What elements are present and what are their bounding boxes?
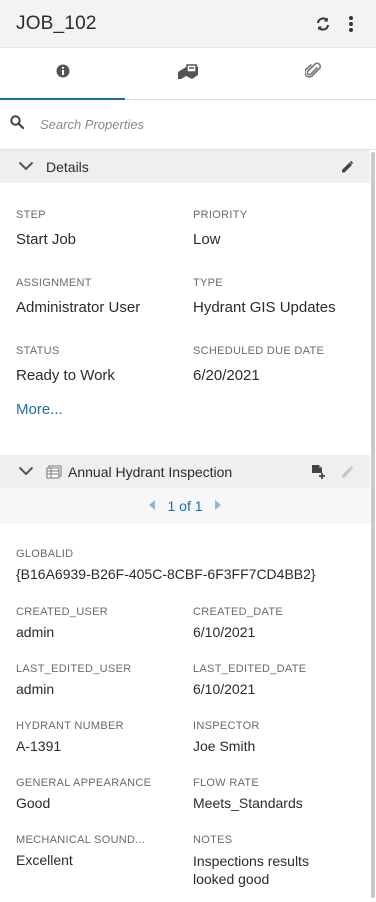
pencil-icon[interactable] <box>340 160 354 174</box>
field-label: NOTES <box>193 834 233 846</box>
field-label: FLOW RATE <box>193 777 260 789</box>
chevron-left-icon[interactable] <box>149 497 157 515</box>
field-label: PRIORITY <box>193 209 248 221</box>
field-label: SCHEDULED DUE DATE <box>193 345 325 357</box>
details-fields: STEP Start Job PRIORITY Low ASSIGNMENT A… <box>0 183 370 455</box>
info-icon <box>56 64 70 83</box>
tab-bar <box>0 48 376 100</box>
inspection-section-title: Annual Hydrant Inspection <box>68 463 233 480</box>
field-value: Excellent <box>16 852 73 868</box>
inspection-fields: GLOBALID {B16A6939-B26F-405C-8CBF-6F3FF7… <box>0 524 370 902</box>
field-scheduled-due-date: SCHEDULED DUE DATE 6/20/2021 <box>193 345 324 384</box>
field-step: STEP Start Job <box>16 209 76 248</box>
field-value: 6/20/2021 <box>193 367 260 384</box>
field-globalid: GLOBALID {B16A6939-B26F-405C-8CBF-6F3FF7… <box>16 548 316 582</box>
table-icon <box>46 465 62 479</box>
field-last-edited-user: LAST_EDITED_USER admin <box>16 663 131 697</box>
field-label: INSPECTOR <box>193 720 260 732</box>
field-assignment: ASSIGNMENT Administrator User <box>16 277 140 316</box>
tab-map[interactable] <box>125 48 250 99</box>
chevron-down-icon[interactable] <box>18 158 34 176</box>
field-label: HYDRANT NUMBER <box>16 720 124 732</box>
field-last-edited-date: LAST_EDITED_DATE 6/10/2021 <box>193 663 306 697</box>
field-label: STATUS <box>16 345 60 357</box>
field-value: Inspections results looked good <box>193 853 309 887</box>
field-label: LAST_EDITED_USER <box>16 663 132 675</box>
details-section-header[interactable]: Details <box>0 150 370 183</box>
field-label: GLOBALID <box>16 548 74 560</box>
field-value: {B16A6939-B26F-405C-8CBF-6F3FF7CD4BB2} <box>16 566 316 582</box>
field-hydrant-number: HYDRANT NUMBER A-1391 <box>16 720 124 754</box>
field-value: Low <box>193 231 221 248</box>
field-general-appearance: GENERAL APPEARANCE Good <box>16 777 151 811</box>
field-status: STATUS Ready to Work <box>16 345 115 384</box>
inspection-section-header[interactable]: Annual Hydrant Inspection <box>0 455 370 488</box>
field-label: LAST_EDITED_DATE <box>193 663 307 675</box>
field-label: GENERAL APPEARANCE <box>16 777 152 789</box>
field-flow-rate: FLOW RATE Meets_Standards <box>193 777 303 811</box>
more-link[interactable]: More... <box>16 401 63 418</box>
field-type: TYPE Hydrant GIS Updates <box>193 277 336 316</box>
pager-text: 1 of 1 <box>167 498 203 514</box>
field-priority: PRIORITY Low <box>193 209 247 248</box>
field-label: CREATED_USER <box>16 606 109 618</box>
details-section-title: Details <box>46 158 89 175</box>
job-title: JOB_102 <box>16 12 97 34</box>
panel-header: JOB_102 <box>0 0 376 48</box>
more-vertical-icon[interactable] <box>340 13 362 35</box>
field-value: Good <box>16 795 51 811</box>
field-value: admin <box>16 624 55 640</box>
search-icon <box>10 115 25 134</box>
pencil-icon <box>340 465 354 479</box>
chevron-down-icon[interactable] <box>18 463 34 481</box>
refresh-icon[interactable] <box>312 13 334 35</box>
field-inspector: INSPECTOR Joe Smith <box>193 720 260 754</box>
field-created-user: CREATED_USER admin <box>16 606 108 640</box>
field-value: admin <box>16 681 55 697</box>
record-pager: 1 of 1 <box>0 488 370 524</box>
paperclip-icon <box>304 62 322 85</box>
field-label: MECHANICAL SOUND... <box>16 834 146 846</box>
field-mechanical-sound: MECHANICAL SOUND... Excellent <box>16 834 145 868</box>
scrollbar[interactable] <box>371 152 375 898</box>
field-label: ASSIGNMENT <box>16 277 92 289</box>
field-value: 6/10/2021 <box>193 681 256 697</box>
field-label: TYPE <box>193 277 223 289</box>
tab-attachments[interactable] <box>251 48 376 99</box>
field-value: Joe Smith <box>193 738 256 754</box>
field-value: Ready to Work <box>16 367 115 384</box>
field-value: 6/10/2021 <box>193 624 256 640</box>
field-value: Meets_Standards <box>193 795 303 811</box>
field-value: A-1391 <box>16 738 62 754</box>
search-bar <box>0 100 376 150</box>
chevron-right-icon[interactable] <box>213 497 221 515</box>
field-value: Administrator User <box>16 299 141 316</box>
tab-info[interactable] <box>0 48 126 100</box>
field-value: Start Job <box>16 231 77 248</box>
field-created-date: CREATED_DATE 6/10/2021 <box>193 606 283 640</box>
field-value: Hydrant GIS Updates <box>193 299 336 316</box>
map-icon <box>177 63 199 84</box>
field-label: STEP <box>16 209 46 221</box>
properties-content: Details STEP Start Job PRIORITY Low ASSI… <box>0 150 370 902</box>
search-input[interactable] <box>40 117 340 132</box>
add-record-icon[interactable] <box>310 464 326 480</box>
field-label: CREATED_DATE <box>193 606 283 618</box>
field-notes: NOTES Inspections results looked good <box>193 834 343 888</box>
